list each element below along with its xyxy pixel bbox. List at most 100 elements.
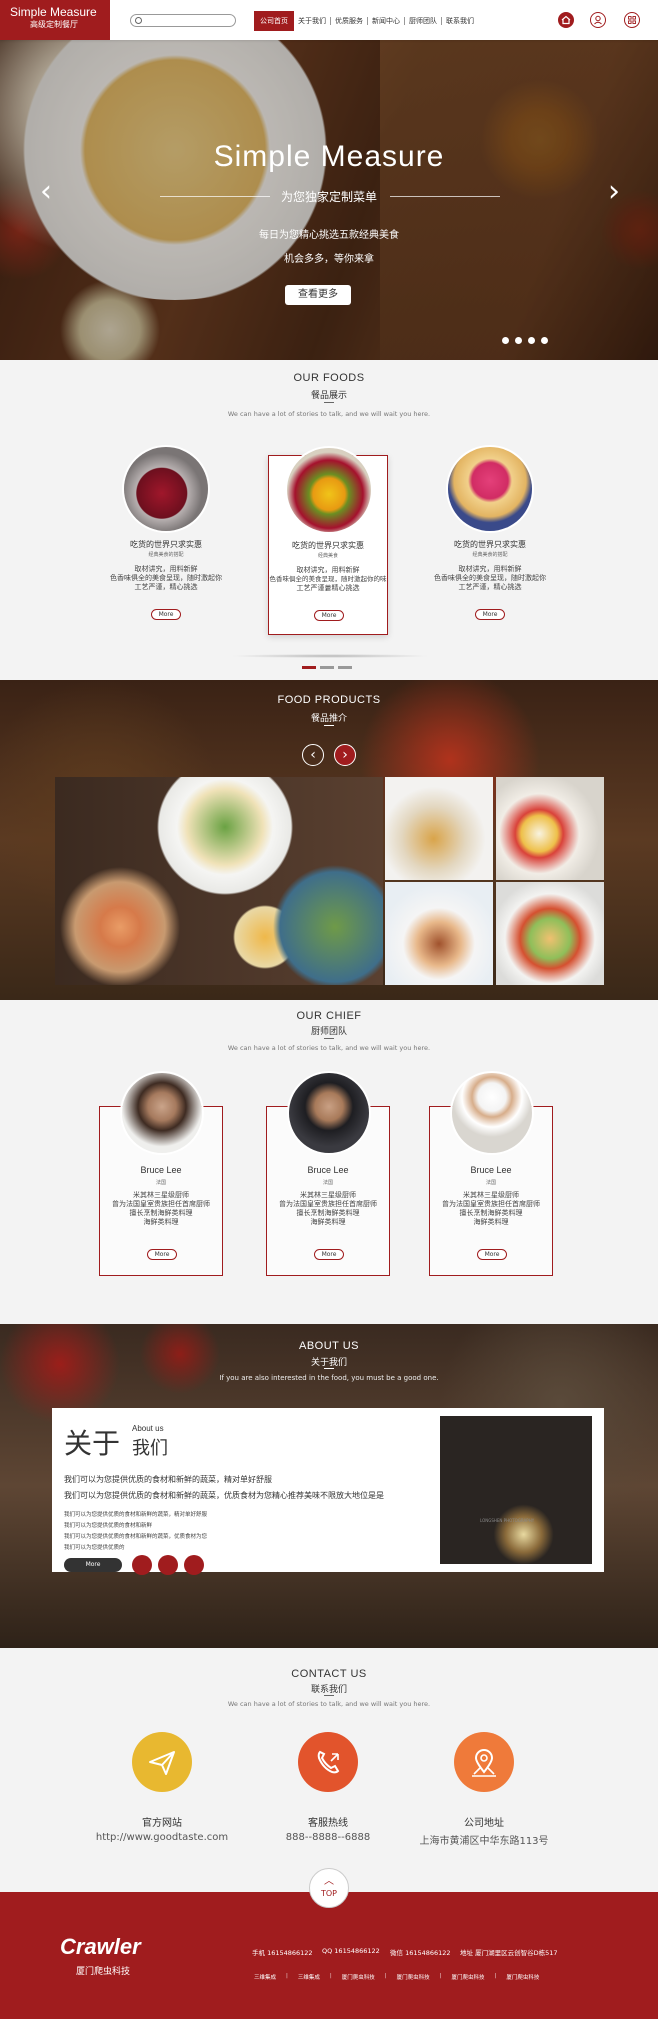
slider-dot[interactable] [541,337,548,344]
pepper-dish-image [287,448,371,532]
more-button[interactable]: More [314,1249,344,1260]
banner-desc-2: 机会多多，等你来拿 [284,254,374,265]
card-text: 工艺严谨，精心挑选 [134,583,198,591]
footer-link[interactable]: 三维集成 [288,1973,330,1981]
more-button[interactable]: More [477,1249,507,1260]
card-text: 工艺严谨，精心挑选 [458,583,522,591]
chevron-right-icon[interactable]: › [608,177,622,207]
address-title: 公司地址 [464,1818,504,1829]
footer-wechat: 微信 16154866122 [390,1949,451,1957]
more-button[interactable]: More [314,610,344,621]
website-value[interactable]: http://www.goodtaste.com [82,1832,242,1843]
slider-dot[interactable] [515,337,522,344]
slider-dot[interactable] [502,337,509,344]
footer-brand[interactable]: Crawler [60,1934,141,1960]
location-icon[interactable] [454,1732,514,1792]
about-more-button[interactable]: More [64,1558,122,1572]
user-icon[interactable] [590,12,606,28]
card-title: 吃货的世界只求实惠 [454,540,526,549]
soup-image[interactable] [385,777,493,880]
about-small-text: 我们可以为您提供优质的 [64,1545,125,1551]
card-text: 取材讲究，用料新鲜 [296,566,360,574]
footer-link[interactable]: 厦门爬虫科技 [442,1973,495,1981]
back-to-top-label: TOP [320,1889,337,1898]
logo[interactable]: Simple Measure 高级定制餐厅 [0,0,110,40]
tacos-image[interactable] [496,882,604,985]
footer-link[interactable]: 厦门爬虫科技 [332,1973,385,1981]
contact-heading-en: CONTACT US [291,1668,367,1680]
footer-link[interactable]: 三维集成 [244,1973,286,1981]
grid-icon[interactable] [624,12,640,28]
hero-banner: Simple Measure 为您独家定制菜单 每日为您精心挑选五款经典美食 机… [0,40,658,360]
chief-text: 擅长烹制海鲜类料理 [459,1209,523,1217]
strawberry-mochi-image[interactable] [496,777,604,880]
footer-links: 三维集成 | 三维集成 | 厦门爬虫科技 | 厦门爬虫科技 | 厦门爬虫科技 | 厦门爬虫… [244,1973,549,1981]
heading-bar [324,402,334,403]
nav-item-about[interactable]: 关于我们 [294,11,330,31]
slider-dot[interactable] [528,337,535,344]
chief-name: Bruce Lee [307,1165,349,1175]
card-text: 色香味俱全的美食呈现，随时激起你 [110,574,222,582]
chevron-left-icon[interactable]: ‹ [40,177,54,207]
phone-icon[interactable] [298,1732,358,1792]
back-to-top-button[interactable]: ︿ TOP [309,1868,349,1908]
about-paragraph: 我们可以为您提供优质的食材和新鲜的蔬菜，优质食材为您精心推荐美味不限放大地位是是 [64,1491,384,1500]
food-card[interactable]: 吃货的世界只求实惠 经典美食的搭配 取材讲究，用料新鲜 色香味俱全的美食呈现，随… [430,447,550,635]
image-watermark: LONGSHEN PHOTOGRAPHY [480,1518,535,1523]
nav-item-news[interactable]: 新闻中心 [368,11,404,31]
chief-photo [122,1073,202,1153]
about-dot[interactable] [158,1555,178,1575]
search-icon [135,17,142,24]
nav-item-contact[interactable]: 联系我们 [442,11,478,31]
salad-platter-image[interactable] [55,777,383,985]
view-more-button[interactable]: 查看更多 [285,285,351,305]
food-card[interactable]: 吃货的世界只求实惠 经典美食的搭配 取材讲究，用料新鲜 色香味俱全的美食呈现，随… [106,447,226,635]
chevron-up-icon: ︿ [324,1876,334,1887]
chevron-left-icon[interactable]: ‹ [302,744,324,766]
nav-item-service[interactable]: 优质服务 [331,11,367,31]
footer: Crawler 厦门爬虫科技 手机 16154866122 QQ 1615486… [0,1892,658,2019]
more-button[interactable]: More [151,609,181,620]
about-big-title: 关于 [64,1427,121,1460]
chief-card[interactable]: Bruce Lee 法国 米其林三星级厨师 曾为法国皇室贵族担任首席厨师 擅长烹… [429,1073,553,1276]
chief-card[interactable]: Bruce Lee 法国 米其林三星级厨师 曾为法国皇室贵族担任首席厨师 擅长烹… [266,1073,390,1276]
more-button[interactable]: More [475,609,505,620]
footer-phone: 手机 16154866122 [252,1949,313,1957]
dessert-cake-image[interactable] [385,882,493,985]
about-big-title-2: 我们 [132,1438,168,1459]
pager-dot[interactable] [320,666,334,669]
about-dot[interactable] [132,1555,152,1575]
footer-brand-sub: 厦门爬虫科技 [76,1967,131,1977]
pager-dot-active[interactable] [302,666,316,669]
about-dot[interactable] [184,1555,204,1575]
heading-bar [324,1038,334,1039]
chief-text: 米其林三星级厨师 [300,1191,356,1199]
search-input[interactable] [130,14,236,27]
coffee-image: LONGSHEN PHOTOGRAPHY [440,1416,592,1564]
pager-dot[interactable] [338,666,352,669]
address-value: 上海市黄浦区中华东路113号 [419,1836,549,1847]
chief-text: 海鲜类料理 [473,1218,509,1226]
hotline-title: 客服热线 [308,1818,348,1829]
chief-text: 米其林三星级厨师 [463,1191,519,1199]
food-card-active[interactable]: 吃货的世界只求实惠 经典美食 取材讲究，用料新鲜 色香味俱全的美食呈现，随时激起… [268,448,388,635]
hotline-value[interactable]: 888--8888--6888 [248,1832,408,1843]
more-button[interactable]: More [147,1249,177,1260]
header: Simple Measure 高级定制餐厅 公司首页 关于我们 优质服务 新闻中… [0,0,658,40]
nav-item-chief[interactable]: 厨师团队 [405,11,441,31]
paper-plane-icon[interactable] [132,1732,192,1792]
chief-text: 米其林三星级厨师 [133,1191,189,1199]
card-subtitle: 经典美食的搭配 [472,552,508,558]
chief-heading-cn: 厨师团队 [310,1027,347,1037]
slider-dots [502,337,548,344]
heading-bar [324,1368,334,1369]
chief-card[interactable]: Bruce Lee 法国 米其林三星级厨师 曾为法国皇室贵族担任首席厨师 擅长烹… [99,1073,223,1276]
nav-item-home[interactable]: 公司首页 [254,11,294,31]
footer-link[interactable]: 厦门爬虫科技 [387,1973,440,1981]
card-shadow [230,654,430,658]
chevron-right-icon[interactable]: › [334,744,356,766]
home-icon[interactable] [558,12,574,28]
about-en-label: About us [132,1424,164,1433]
foods-desc: We can have a lot of stories to talk, an… [227,410,431,418]
footer-link[interactable]: 厦门爬虫科技 [496,1973,549,1981]
